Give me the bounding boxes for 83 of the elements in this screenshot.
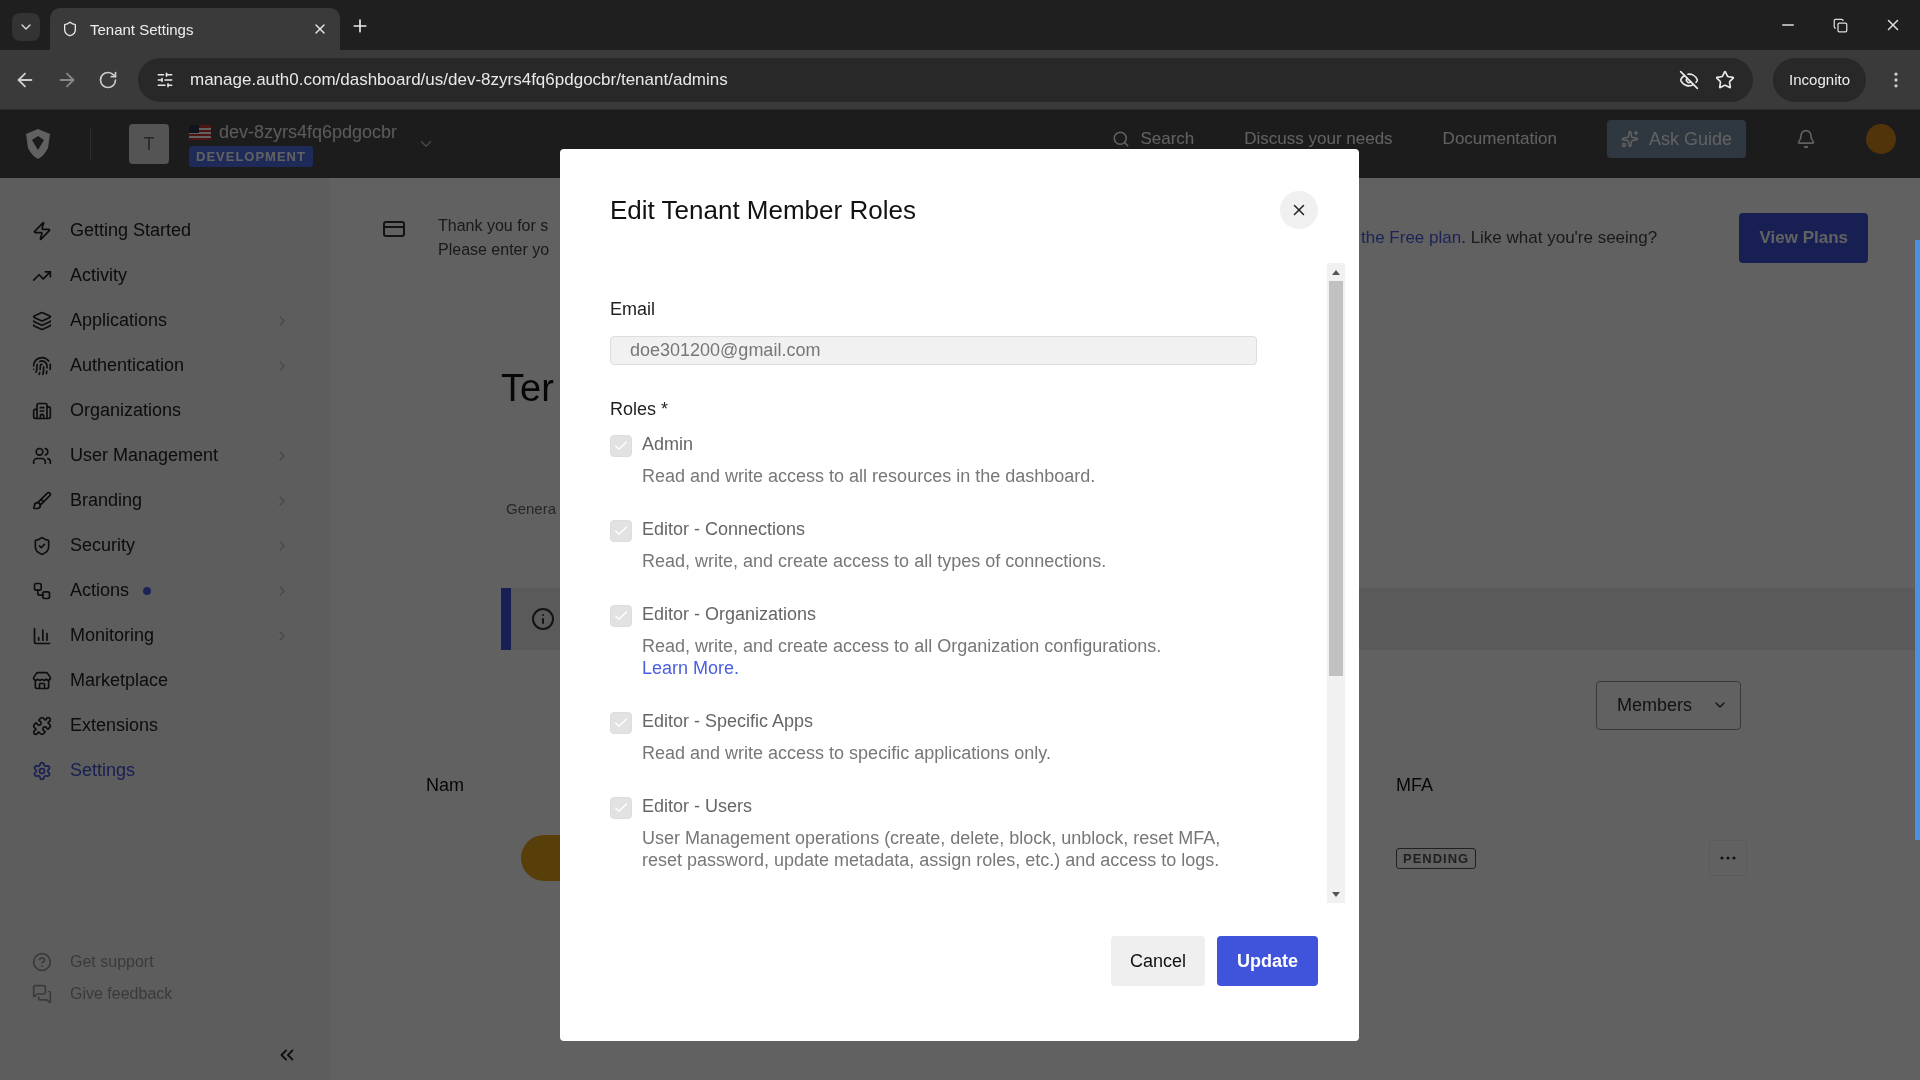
column-header: Nam <box>425 774 465 796</box>
building-icon <box>32 400 52 421</box>
view-plans-button[interactable]: View Plans <box>1739 213 1868 263</box>
dialog-title: Edit Tenant Member Roles <box>610 194 916 226</box>
workflow-icon <box>32 580 52 601</box>
restore-icon[interactable] <box>1833 17 1848 33</box>
search-link[interactable]: Search <box>1112 129 1195 149</box>
header-link[interactable]: Discuss your needs <box>1244 129 1393 149</box>
status-badge: PENDING <box>1396 847 1477 869</box>
browser-tab[interactable]: Tenant Settings <box>50 8 340 50</box>
page-heading: Ter <box>500 366 555 410</box>
banner-text: the Free plan. Like what you're seeing? <box>1361 228 1658 248</box>
members-dropdown[interactable]: Members <box>1596 680 1741 730</box>
sidebar-item[interactable]: Activity <box>32 253 330 298</box>
role-description: Read and write access to all resources in the dashboard. <box>642 465 1097 487</box>
banner-text: Thank you for s <box>438 217 550 235</box>
sidebar-item[interactable]: Applications <box>32 298 330 343</box>
sidebar-item[interactable]: Settings <box>32 748 330 793</box>
layers-icon <box>32 310 52 331</box>
settings-icon <box>32 760 52 781</box>
sidebar-item[interactable]: Marketplace <box>32 658 330 703</box>
role-description: Read, write, and create access to all types of connections. <box>642 550 1108 572</box>
eye-off-icon[interactable] <box>1679 69 1700 90</box>
role-name: Admin <box>642 434 695 456</box>
chat-icon <box>32 984 52 1004</box>
free-plan-link[interactable]: the Free plan <box>1361 228 1462 247</box>
member-avatar <box>521 835 560 881</box>
role-description: Read and write access to specific applications only. <box>642 742 1052 764</box>
sidebar-item[interactable]: Getting Started <box>32 208 330 253</box>
site-info-icon[interactable] <box>156 70 174 89</box>
reload-icon[interactable] <box>98 69 118 90</box>
sidebar-item[interactable]: Organizations <box>32 388 330 433</box>
role-name: Editor - Organizations <box>642 604 818 626</box>
tab-title: Tenant Settings <box>90 20 195 38</box>
more-icon <box>1720 856 1737 860</box>
tab[interactable]: Genera <box>330 499 560 517</box>
header-link[interactable]: Documentation <box>1442 129 1557 149</box>
shield-icon <box>62 21 78 37</box>
info-icon <box>531 607 555 631</box>
help-icon <box>32 952 52 972</box>
users-icon <box>32 445 52 466</box>
column-header: MFA <box>1395 774 1434 796</box>
shield-logo-icon[interactable] <box>24 128 52 160</box>
scrollbar[interactable] <box>1327 263 1345 903</box>
star-icon[interactable] <box>1715 69 1736 90</box>
fingerprint-icon <box>32 355 52 376</box>
flag-icon <box>189 124 211 140</box>
role-name: Editor - Specific Apps <box>642 711 815 733</box>
shield-check-icon <box>32 535 52 556</box>
scroll-up-icon[interactable] <box>1332 269 1340 275</box>
scroll-down-icon[interactable] <box>1332 891 1340 897</box>
sidebar-item[interactable]: Actions <box>32 568 330 613</box>
sidebar-item[interactable]: Monitoring <box>32 613 330 658</box>
field-label: Email <box>610 299 656 320</box>
banner-text: Please enter yo <box>438 241 550 259</box>
store-icon <box>32 670 52 691</box>
bolt-icon <box>32 220 52 241</box>
sidebar-item[interactable]: Authentication <box>32 343 330 388</box>
role-description: Read, write, and create access to all Organization configurations. Learn More. <box>642 635 1163 679</box>
environment-badge: DEVELOPMENT <box>189 145 313 167</box>
close-button[interactable] <box>1280 191 1318 229</box>
tab-list-icon[interactable] <box>12 13 40 41</box>
role-description: User Management operations (create, delete, block, unblock, reset MFA, reset password, update metadata, assign roles, etc.) and access to logs. <box>642 827 1222 871</box>
search-icon <box>1112 130 1131 148</box>
role-name: Editor - Connections <box>642 519 807 541</box>
puzzle-icon <box>32 715 52 736</box>
sparkle-icon <box>1620 130 1639 148</box>
email-field[interactable]: doe301200@gmail.com <box>610 336 1257 365</box>
incognito-button[interactable]: Incognito <box>1773 57 1866 102</box>
scrollbar[interactable] <box>1915 240 1920 840</box>
role-name: Editor - Users <box>642 796 754 818</box>
url-text: manage.auth0.com/dashboard/us/dev-8zyrs4fq6pdgocbr/tenant/admins <box>190 69 729 90</box>
sidebar-item[interactable]: Extensions <box>32 703 330 748</box>
field-label: Roles * <box>610 399 670 420</box>
brush-icon <box>32 490 52 511</box>
cancel-button[interactable]: Cancel <box>1110 936 1205 986</box>
sidebar-item[interactable]: Security <box>32 523 330 568</box>
sidebar-item[interactable]: User Management <box>32 433 330 478</box>
update-button[interactable]: Update <box>1217 936 1318 986</box>
bar-chart-icon <box>32 625 52 646</box>
address-bar[interactable]: manage.auth0.com/dashboard/us/dev-8zyrs4fq6pdgocbr/tenant/admins <box>138 57 1754 102</box>
sidebar-item[interactable]: Branding <box>32 478 330 523</box>
bell-icon[interactable] <box>1796 129 1816 149</box>
